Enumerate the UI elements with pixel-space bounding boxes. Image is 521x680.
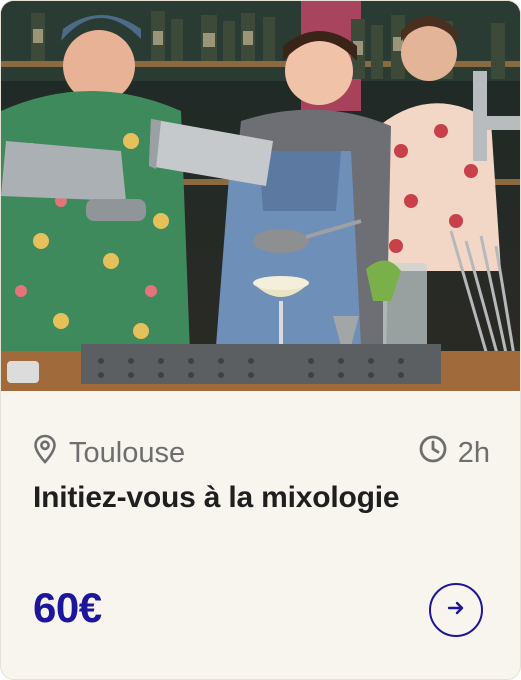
experience-card[interactable]: Toulouse 2h Initiez-vous à la mixologie … (0, 0, 521, 680)
location-text: Toulouse (69, 436, 186, 469)
card-meta: Toulouse 2h (33, 433, 490, 473)
duration: 2h (418, 434, 490, 472)
price: 60€ (33, 584, 102, 631)
arrow-right-icon (447, 600, 465, 621)
experience-title[interactable]: Initiez-vous à la mixologie (33, 481, 400, 515)
duration-text: 2h (457, 436, 490, 469)
cocktail-bar-photo (1, 1, 520, 391)
location: Toulouse (33, 434, 185, 472)
clock-icon (418, 434, 458, 472)
view-experience-button[interactable] (429, 583, 483, 637)
map-pin-icon (33, 434, 69, 472)
